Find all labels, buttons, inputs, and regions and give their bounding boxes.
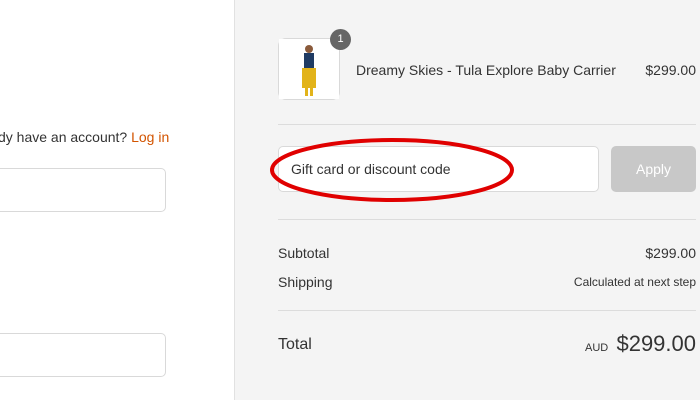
discount-code-input[interactable] (278, 146, 599, 192)
subtotal-label: Subtotal (278, 245, 330, 261)
shipping-value: Calculated at next step (573, 275, 696, 289)
product-image (279, 39, 339, 99)
email-field[interactable] (0, 168, 166, 212)
shipping-label: Shipping (278, 274, 333, 290)
divider (278, 219, 696, 220)
quantity-badge: 1 (330, 29, 351, 50)
address-field[interactable] (0, 333, 166, 377)
subtotal-value: $299.00 (645, 245, 696, 261)
total-amount: $299.00 (616, 331, 696, 356)
product-price: $299.00 (645, 62, 696, 78)
currency-code: AUD (585, 342, 609, 354)
account-prompt-text: dy have an account? (0, 129, 128, 145)
account-prompt: dy have an account? Log in (0, 129, 169, 145)
divider (278, 310, 696, 311)
divider (278, 124, 696, 125)
apply-button[interactable]: Apply (611, 146, 696, 192)
product-thumbnail (278, 38, 340, 100)
login-link[interactable]: Log in (131, 129, 169, 145)
contact-form-panel: dy have an account? Log in (0, 0, 234, 400)
total-label: Total (278, 336, 312, 353)
product-name: Dreamy Skies - Tula Explore Baby Carrier (356, 62, 616, 78)
